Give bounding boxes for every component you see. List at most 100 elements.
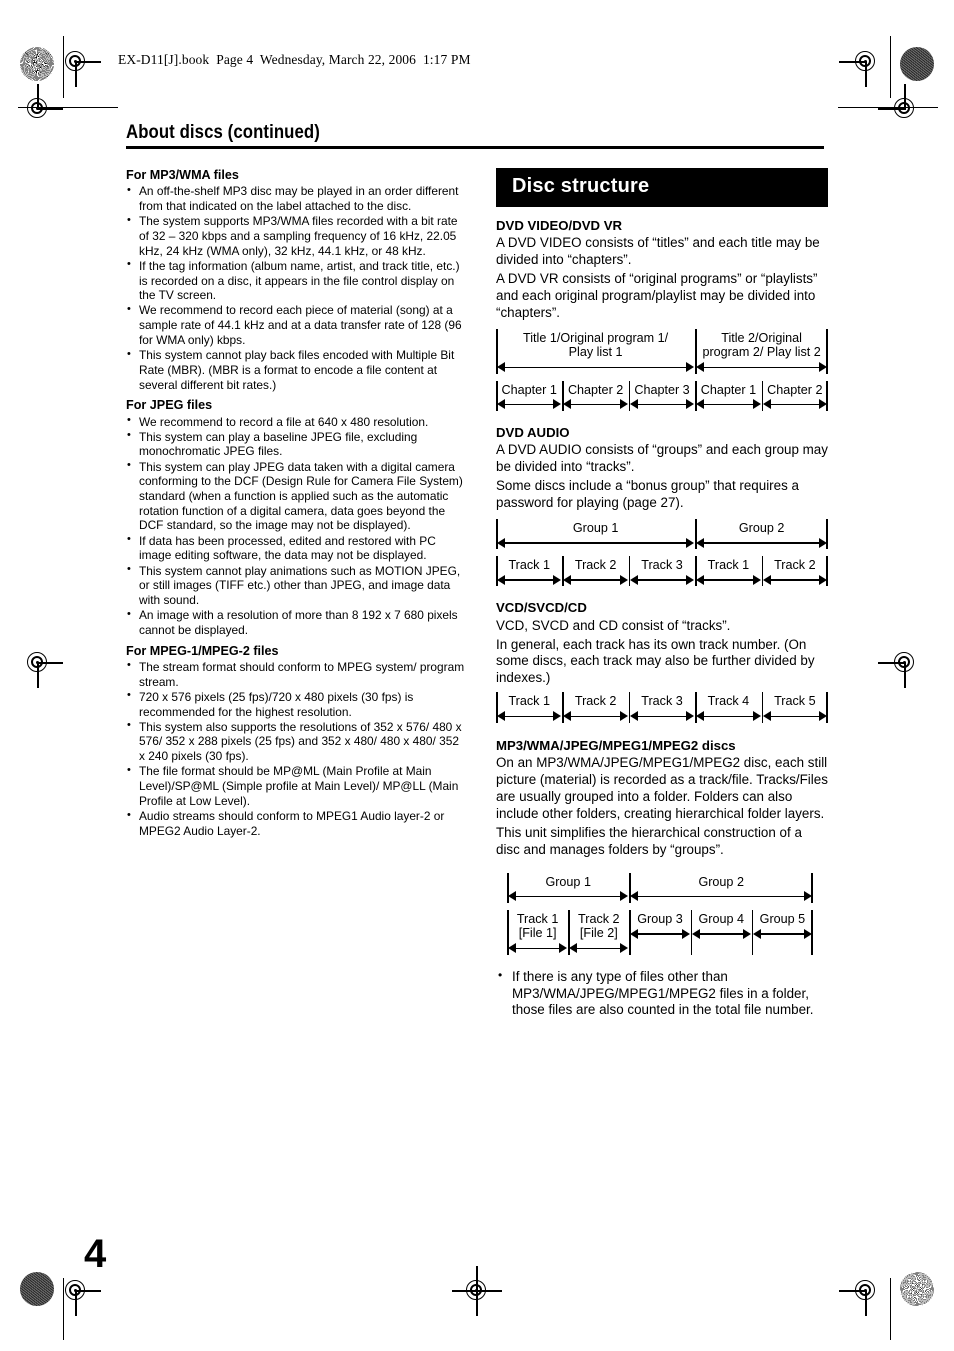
list-item: If data has been processed, edited and r… <box>126 533 467 563</box>
arrow-head-right-icon <box>553 575 562 586</box>
bullet-list-mpeg: The stream format should conform to MPEG… <box>126 659 467 838</box>
section-heading-dvd-video-vr: DVD VIDEO/DVD VR <box>496 218 623 233</box>
list-item: An image with a resolution of more than … <box>126 608 467 637</box>
page-title-rule <box>126 146 824 150</box>
diagram-span-arrow <box>562 398 628 411</box>
halftone-swatch-bottom-right <box>900 1272 934 1306</box>
registration-mark-upper-left-inner <box>19 84 63 128</box>
paragraph: A DVD VIDEO consists of “titles” and eac… <box>496 235 820 268</box>
arrow-head-right-icon <box>686 362 695 373</box>
list-item: 720 x 576 pixels (25 fps)/720 x 480 pixe… <box>126 689 467 719</box>
diagram-span-arrow <box>691 927 752 940</box>
paragraph: Some discs include a “bonus group” that … <box>496 477 799 510</box>
paragraph: In general, each track has its own track… <box>496 636 815 686</box>
arrow-head-left-icon <box>629 711 638 722</box>
arrow-head-right-icon <box>620 943 629 954</box>
page-number: 4 <box>84 1232 107 1276</box>
diagram-span-arrow <box>695 398 761 411</box>
diagram-cell: Title 2/Original program 2/ Play list 2 <box>695 328 828 374</box>
diagram-span-arrow <box>695 573 761 586</box>
arrow-head-left-icon <box>696 362 705 373</box>
arrow-head-right-icon <box>686 537 695 548</box>
diagram-cell-label: Chapter 1 <box>700 382 757 397</box>
page-title: About discs (continued) <box>126 121 320 143</box>
diagram-cell-label: Track 1 <box>707 558 750 573</box>
diagram-divider <box>826 380 829 411</box>
diagram-cell-label: Chapter 2 <box>567 382 624 397</box>
diagram-cell: Title 1/Original program 1/ Play list 1 <box>496 328 695 374</box>
diagram-divider <box>695 328 697 374</box>
diagram-cell: Track 3 <box>628 556 695 587</box>
list-item: The file format should be MP@ML (Main Pr… <box>126 764 467 808</box>
diagram-span-arrow <box>629 710 695 723</box>
arrow-head-left-icon <box>497 711 505 722</box>
arrow-head-left-icon <box>497 575 505 586</box>
diagram-cell-label: Chapter 2 <box>767 382 823 397</box>
diagram-cell-label: Track 2 <box>774 558 816 573</box>
arrow-head-left-icon <box>563 575 572 586</box>
diagram-cell: Track 1 <box>496 556 562 587</box>
section-heading-mp3wma: For MP3/WMA files <box>126 168 239 182</box>
diagram-cell: Track 2 [File 2] <box>568 909 629 955</box>
section-heading-dvd-audio: DVD AUDIO <box>496 424 570 440</box>
section-heading-jpeg: For JPEG files <box>126 398 213 413</box>
arrow-head-left-icon <box>508 943 516 954</box>
arrow-head-left-icon <box>691 928 700 939</box>
paragraph: VCD, SVCD and CD consist of “tracks”. <box>496 617 731 633</box>
diagram-divider <box>628 380 631 411</box>
diagram-row: Track 1 [File 1] Track 2 [File 2] Group 3 G… <box>507 909 814 955</box>
arrow-head-left-icon <box>762 575 771 586</box>
diagram-divider <box>562 556 564 587</box>
arrow-head-left-icon <box>629 575 638 586</box>
diagram-divider <box>695 692 697 723</box>
diagram-cell-label: Track 5 <box>774 694 816 709</box>
list-item: If there is any type of files other than… <box>496 968 828 1020</box>
bullet-list-jpeg: We recommend to record a file at 640 x 4… <box>126 414 467 638</box>
diagram-mp3-group-structure: Group 1 Group 2 Track 1 [File 1] Track 2 [F… <box>507 872 814 955</box>
list-item: This system cannot play back files encod… <box>126 348 467 392</box>
diagram-span-arrow <box>507 890 629 903</box>
diagram-row-gap <box>496 374 828 381</box>
paragraph: On an MP3/WMA/JPEG/MPEG1/MPEG2 disc, eac… <box>496 754 828 821</box>
diagram-cell-label: Track 2 <box>574 694 617 709</box>
halftone-swatch-bottom-left <box>20 1272 54 1306</box>
arrow-head-right-icon <box>686 575 695 586</box>
section-dvd-audio: DVD AUDIO A DVD AUDIO consists of “group… <box>496 425 828 512</box>
diagram-divider <box>496 692 498 723</box>
registration-mark-bottom-center <box>452 1266 502 1316</box>
arrow-head-left-icon <box>696 537 705 548</box>
diagram-cell: Track 2 <box>562 692 628 723</box>
diagram-divider <box>695 518 697 550</box>
diagram-divider <box>826 556 829 587</box>
diagram-row: Group 1 Group 2 <box>507 872 813 903</box>
diagram-cell-label: Chapter 1 <box>501 382 557 397</box>
diagram-cell-label: Group 2 <box>698 874 744 889</box>
diagram-span-arrow <box>629 573 695 586</box>
paragraph: A DVD AUDIO consists of “groups” and eac… <box>496 441 828 474</box>
arrow-head-right-icon <box>619 711 628 722</box>
diagram-cell: Track 1 <box>496 692 562 723</box>
diagram-cell: Chapter 1 <box>496 380 562 411</box>
diagram-span-arrow <box>629 890 813 903</box>
diagram-cell: Group 1 <box>507 872 629 903</box>
diagram-cell: Track 3 <box>628 692 695 723</box>
arrow-head-left-icon <box>630 891 639 902</box>
diagram-row: Chapter 1 Chapter 2 Chapter 3 Chapter 1 Chap… <box>496 380 829 411</box>
diagram-span-arrow <box>629 398 695 411</box>
diagram-divider <box>695 556 697 587</box>
list-item: We recommend to record each piece of mat… <box>126 303 467 347</box>
diagram-span-arrow <box>562 573 628 586</box>
diagram-divider <box>496 328 498 374</box>
arrow-head-left-icon <box>630 928 639 939</box>
diagram-span-arrow <box>562 710 628 723</box>
arrow-head-left-icon <box>563 711 572 722</box>
diagram-span-arrow <box>496 536 695 549</box>
diagram-divider <box>507 909 509 955</box>
diagram-divider <box>628 556 631 587</box>
registration-mark-upper-right-inner <box>878 84 924 128</box>
diagram-cell: Track 1 [File 1] <box>507 909 568 955</box>
diagram-row-gap <box>496 549 828 556</box>
list-item: If the tag information (album name, arti… <box>126 258 467 303</box>
diagram-span-arrow <box>496 573 562 586</box>
registration-mark-bottom-left <box>57 1272 101 1316</box>
